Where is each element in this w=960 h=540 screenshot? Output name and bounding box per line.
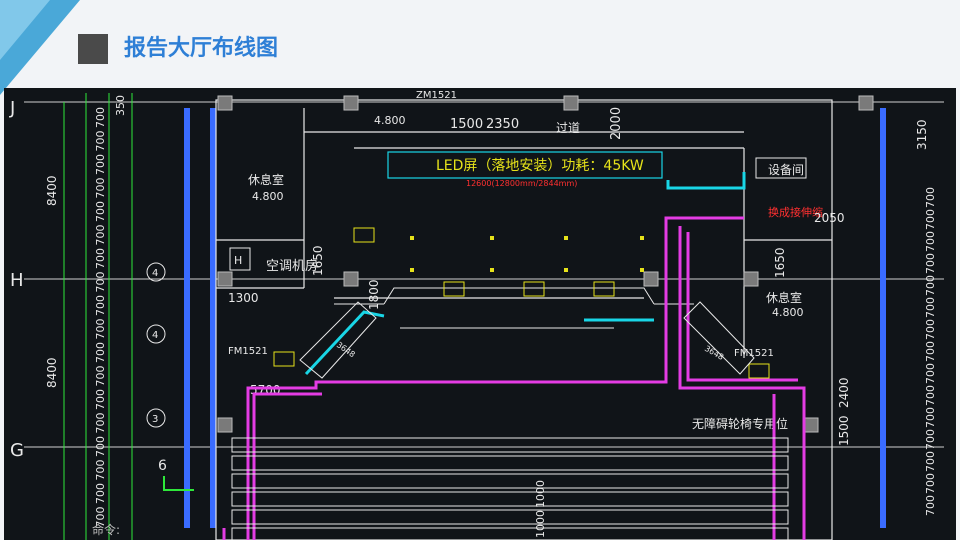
dim-700-left: 700 <box>94 342 107 363</box>
axis-marker-3: 3 <box>152 414 158 425</box>
dim-700-left: 700 <box>94 272 107 293</box>
dim-700-right: 700 <box>924 209 937 230</box>
dim-700-left: 700 <box>94 201 107 222</box>
dim-700-right: 700 <box>924 275 937 296</box>
dim-700-right: 700 <box>924 297 937 318</box>
dim-700-right: 700 <box>924 451 937 472</box>
led-screen-label: LED屏（落地安装）功耗：45KW <box>436 158 644 174</box>
corner-decoration-light <box>0 0 50 60</box>
dim-700-right: 700 <box>924 319 937 340</box>
dim-3648-right: 3648 <box>703 344 725 362</box>
axis-label-j: J <box>9 98 15 119</box>
corridor-label: 过道 <box>556 121 580 135</box>
led-screen-size: 12600(12800mm/2844mm) <box>466 179 577 188</box>
dim-3150: 3150 <box>915 119 929 150</box>
level-top: 4.800 <box>374 114 406 127</box>
dim-700-left: 700 <box>94 366 107 387</box>
dim-6: 6 <box>158 458 167 474</box>
room-rest-right: 休息室 <box>766 290 802 305</box>
dim-2400: 2400 <box>837 377 851 408</box>
dim-350-left: 350 <box>114 95 127 116</box>
dim-700-left: 700 <box>94 483 107 504</box>
cad-drawing[interactable]: J H G 8400 8400 700 700 700 700 700 700 700 700… <box>4 88 956 540</box>
right-700-column: 7007007007007007007007007007007007007007… <box>924 187 937 516</box>
dim-700-right: 700 <box>924 187 937 208</box>
dim-700-left: 700 <box>94 154 107 175</box>
dim-700-left: 700 <box>94 248 107 269</box>
door-fm-left: FM1521 <box>228 346 268 357</box>
dim-700-left: 700 <box>94 319 107 340</box>
dim-700-right: 700 <box>924 429 937 450</box>
dim-1300: 1300 <box>228 291 259 305</box>
command-line-watermark: 命令: <box>92 522 120 537</box>
door-h-label: H <box>234 254 242 267</box>
dim-700-right: 700 <box>924 385 937 406</box>
dim-700-left: 700 <box>94 178 107 199</box>
grid-axes <box>24 101 944 448</box>
room-rest-left-level: 4.800 <box>252 190 284 203</box>
title-marker <box>78 34 108 64</box>
axis-label-g: G <box>10 440 24 461</box>
dim-700-right: 700 <box>924 253 937 274</box>
dim-700-left: 700 <box>94 389 107 410</box>
dim-8400-top: 8400 <box>45 175 59 206</box>
stage <box>334 287 694 329</box>
dim-1800: 1800 <box>367 279 381 310</box>
dim-700-right: 700 <box>924 231 937 252</box>
dim-2350-top: 2350 <box>486 117 519 132</box>
dim-700-right: 700 <box>924 495 937 516</box>
dim-2050: 2050 <box>814 211 845 225</box>
axis-markers <box>146 262 166 428</box>
room-rest-left: 休息室 <box>248 172 284 187</box>
dim-1500-right: 1500 <box>837 415 851 446</box>
axis-marker-2: 4 <box>152 330 158 341</box>
door-label-top: ZM1521 <box>416 90 457 101</box>
dim-1650-right: 1650 <box>773 247 787 278</box>
dim-700-right: 700 <box>924 407 937 428</box>
axis-label-h: H <box>10 270 24 291</box>
room-equipment: 设备间 <box>768 163 804 177</box>
dim-1000-a: 1000 <box>534 480 547 508</box>
dim-700-left: 700 <box>94 413 107 434</box>
dim-700-left: 700 <box>94 107 107 128</box>
page-title: 报告大厅布线图 <box>124 36 279 61</box>
dim-700-left: 700 <box>94 460 107 481</box>
dim-1500-top: 1500 <box>450 117 483 132</box>
seating-rows <box>231 437 789 540</box>
dim-8400-bottom: 8400 <box>45 357 59 388</box>
dim-700-left: 700 <box>94 225 107 246</box>
ceiling-points <box>410 236 644 272</box>
axis-marker-1: 4 <box>152 268 158 279</box>
cyan-cable-trays <box>304 172 746 376</box>
dim-700-left: 700 <box>94 131 107 152</box>
dim-700-right: 700 <box>924 473 937 494</box>
dim-700-right: 700 <box>924 341 937 362</box>
dim-2000: 2000 <box>609 107 624 140</box>
dim-700-right: 700 <box>924 363 937 384</box>
dim-1650-left: 1650 <box>311 245 325 276</box>
dim-700-left: 700 <box>94 436 107 457</box>
cad-canvas: J H G 8400 8400 700700700700700700700700… <box>9 90 944 540</box>
room-rest-right-level: 4.800 <box>772 306 804 319</box>
dim-700-left: 700 <box>94 295 107 316</box>
left-700-column: 700 700 700 700 700 700 700 700 700 700 700 700 700 7… <box>94 95 127 528</box>
